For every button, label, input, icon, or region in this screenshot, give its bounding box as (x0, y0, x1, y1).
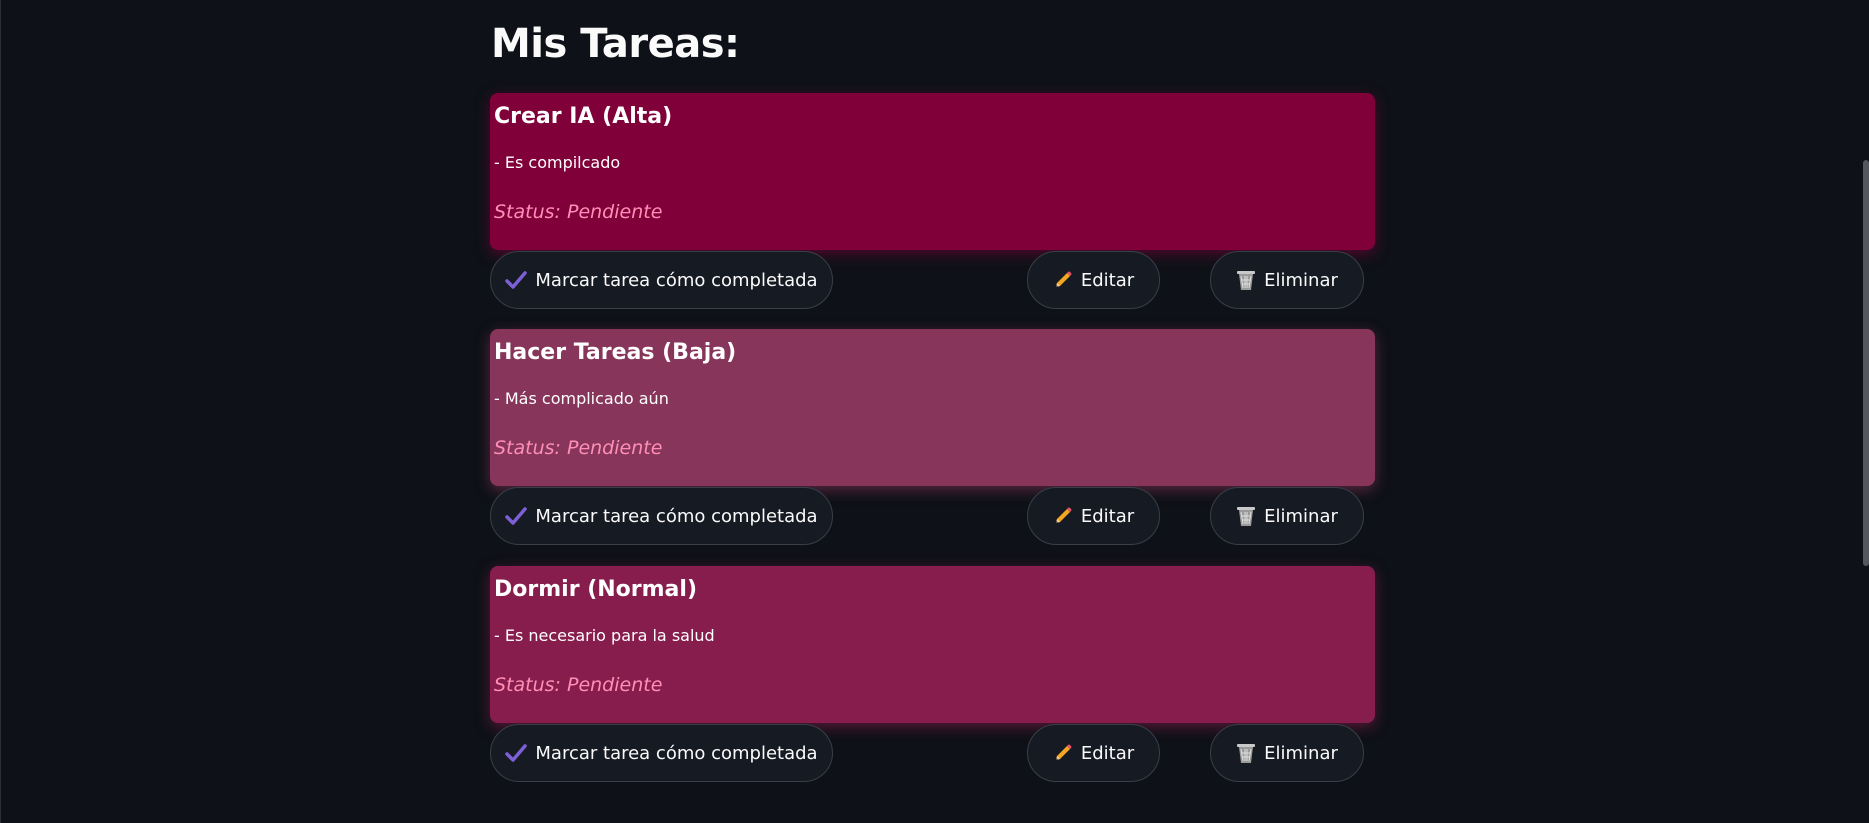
mark-complete-label: Marcar tarea cómo completada (535, 742, 818, 764)
task-description: - Es compilcado (494, 153, 621, 172)
task-item: Hacer Tareas (Baja) - Más complicado aún… (490, 329, 1375, 547)
edit-button[interactable]: Editar (1027, 487, 1160, 545)
pencil-icon (1053, 270, 1073, 290)
mark-complete-label: Marcar tarea cómo completada (535, 505, 818, 527)
check-icon (505, 271, 528, 289)
wastebasket-icon (1236, 742, 1256, 764)
wastebasket-icon (1236, 505, 1256, 527)
task-title: Dormir (Normal) (494, 577, 697, 602)
check-icon (505, 744, 528, 762)
delete-button[interactable]: Eliminar (1210, 487, 1364, 545)
task-description: - Es necesario para la salud (494, 626, 715, 645)
pencil-icon (1053, 743, 1073, 763)
edit-label: Editar (1080, 505, 1135, 527)
delete-label: Eliminar (1264, 269, 1338, 291)
task-card: Crear IA (Alta) - Es compilcado Status: … (490, 93, 1375, 250)
edit-label: Editar (1080, 742, 1135, 764)
task-card: Hacer Tareas (Baja) - Más complicado aún… (490, 329, 1375, 486)
wastebasket-icon (1236, 269, 1256, 291)
task-title: Hacer Tareas (Baja) (494, 340, 737, 365)
mark-complete-button[interactable]: Marcar tarea cómo completada (490, 487, 833, 545)
app-page: Mis Tareas: Crear IA (Alta) - Es compilc… (0, 0, 1869, 823)
edit-label: Editar (1080, 269, 1135, 291)
task-title: Crear IA (Alta) (494, 104, 673, 129)
edit-button[interactable]: Editar (1027, 724, 1160, 782)
left-divider (0, 0, 1, 823)
task-card: Dormir (Normal) - Es necesario para la s… (490, 566, 1375, 723)
task-actions: Marcar tarea cómo completada Editar Elim… (490, 724, 1375, 784)
task-item: Crear IA (Alta) - Es compilcado Status: … (490, 93, 1375, 311)
scrollbar-thumb[interactable] (1863, 160, 1869, 566)
page-title: Mis Tareas: (491, 21, 740, 67)
task-status: Status: Pendiente (494, 437, 663, 459)
task-actions: Marcar tarea cómo completada Editar Elim… (490, 251, 1375, 311)
delete-button[interactable]: Eliminar (1210, 251, 1364, 309)
task-status: Status: Pendiente (494, 201, 663, 223)
check-icon (505, 507, 528, 525)
task-item: Dormir (Normal) - Es necesario para la s… (490, 566, 1375, 784)
task-description: - Más complicado aún (494, 389, 669, 408)
mark-complete-button[interactable]: Marcar tarea cómo completada (490, 251, 833, 309)
delete-button[interactable]: Eliminar (1210, 724, 1364, 782)
edit-button[interactable]: Editar (1027, 251, 1160, 309)
task-actions: Marcar tarea cómo completada Editar Elim… (490, 487, 1375, 547)
delete-label: Eliminar (1264, 742, 1338, 764)
pencil-icon (1053, 506, 1073, 526)
delete-label: Eliminar (1264, 505, 1338, 527)
mark-complete-label: Marcar tarea cómo completada (535, 269, 818, 291)
mark-complete-button[interactable]: Marcar tarea cómo completada (490, 724, 833, 782)
task-status: Status: Pendiente (494, 674, 663, 696)
